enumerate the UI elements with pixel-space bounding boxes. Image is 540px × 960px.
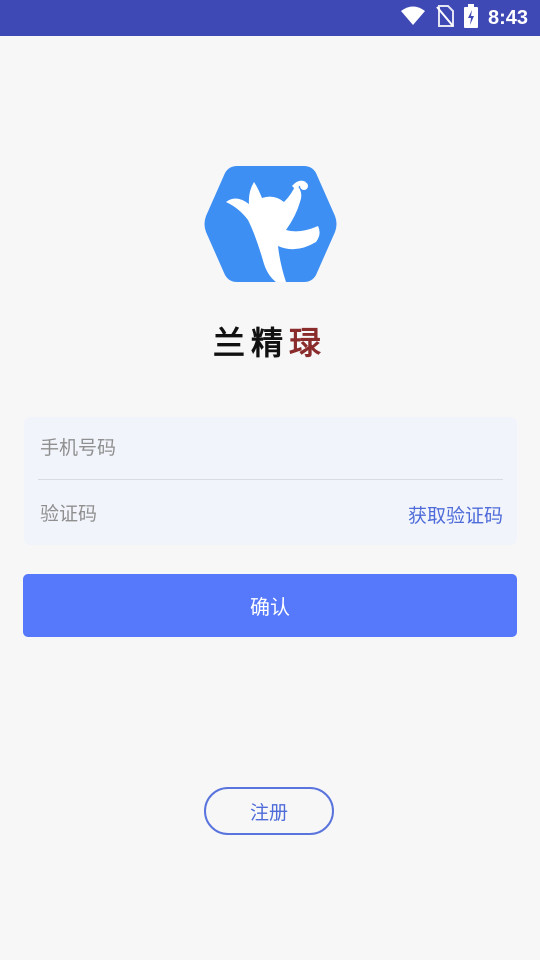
- no-sim-icon: [436, 5, 454, 31]
- code-field-row: 获取验证码: [38, 483, 503, 545]
- app-logo: [204, 164, 337, 284]
- app-name-part2: 琭: [289, 324, 328, 362]
- confirm-button[interactable]: 确认: [23, 574, 517, 637]
- battery-charging-icon: [463, 4, 478, 32]
- fairy-hexagon-logo-icon: [204, 166, 337, 282]
- app-name-part1: 兰精: [212, 324, 289, 362]
- login-form-card: 获取验证码: [24, 417, 517, 545]
- get-code-button[interactable]: 获取验证码: [408, 483, 503, 545]
- phone-input[interactable]: [38, 436, 503, 460]
- status-bar: 8:43: [0, 0, 540, 36]
- status-icons: 8:43: [400, 0, 528, 36]
- app-name: 兰精琭: [0, 318, 540, 364]
- wifi-icon: [400, 6, 426, 30]
- register-button[interactable]: 注册: [204, 787, 334, 835]
- status-time: 8:43: [487, 6, 528, 29]
- phone-field-row: [38, 417, 503, 480]
